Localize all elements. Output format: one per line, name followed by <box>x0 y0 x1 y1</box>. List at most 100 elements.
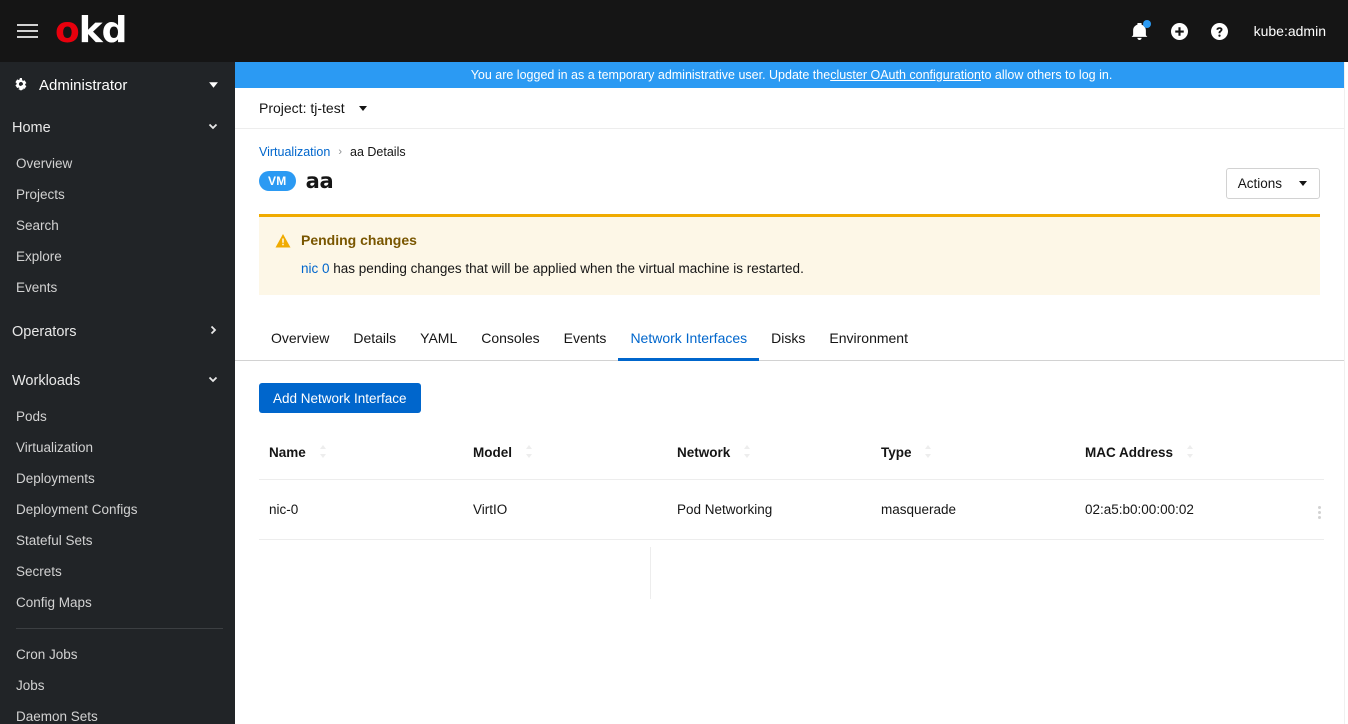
sidebar-item-label: Overview <box>16 156 73 171</box>
column-header-model[interactable]: Model <box>463 445 667 481</box>
sidebar-item-label: Explore <box>16 249 62 264</box>
tab-disks[interactable]: Disks <box>759 317 817 361</box>
project-selector-label: Project: tj-test <box>259 100 345 116</box>
cogs-icon <box>14 77 29 93</box>
cluster-oauth-configuration-link[interactable]: cluster OAuth configuration <box>830 68 981 82</box>
sort-icon[interactable] <box>525 445 533 461</box>
actions-dropdown-button[interactable]: Actions <box>1225 168 1320 199</box>
okd-logo[interactable]: o kd <box>55 0 128 62</box>
perspective-label: Administrator <box>39 76 128 94</box>
tab-events[interactable]: Events <box>552 317 619 361</box>
tab-details[interactable]: Details <box>341 317 408 361</box>
sort-icon[interactable] <box>319 445 327 461</box>
tab-network-interfaces[interactable]: Network Interfaces <box>618 317 760 361</box>
tab-list: Overview Details YAML Consoles Events Ne… <box>235 317 1348 361</box>
sidebar-item-label: Deployments <box>16 471 95 486</box>
sidebar-item-overview[interactable]: Overview <box>0 148 235 179</box>
tab-label: Details <box>353 330 397 346</box>
cell-type: masquerade <box>871 479 1075 541</box>
tab-yaml[interactable]: YAML <box>408 317 469 361</box>
hamburger-icon[interactable] <box>4 0 50 62</box>
kebab-menu-icon[interactable] <box>1315 503 1324 522</box>
username-menu[interactable]: kube:admin <box>1254 23 1326 39</box>
breadcrumb-current: aa Details <box>350 145 406 159</box>
sidebar-item-config-maps[interactable]: Config Maps <box>0 587 235 618</box>
sidebar-item-explore[interactable]: Explore <box>0 241 235 272</box>
sidebar-item-deployment-configs[interactable]: Deployment Configs <box>0 494 235 525</box>
breadcrumb: Virtualization › aa Details <box>259 145 1320 159</box>
warning-triangle-icon <box>275 233 291 252</box>
sidebar-group-home[interactable]: Home <box>0 108 235 148</box>
sidebar-group-operators[interactable]: Operators <box>0 312 235 352</box>
table-header-row: Name Model Network Type MAC Address <box>259 445 1324 481</box>
table-column-divider <box>650 547 651 599</box>
sidebar-item-label: Deployment Configs <box>16 502 138 517</box>
sort-icon[interactable] <box>743 445 751 461</box>
tab-content-network-interfaces: Add Network Interface Name Model Network… <box>235 361 1348 541</box>
plus-circle-icon[interactable] <box>1160 0 1200 62</box>
main-content: You are logged in as a temporary adminis… <box>235 62 1348 724</box>
sidebar-item-label: Stateful Sets <box>16 533 93 548</box>
add-network-interface-button[interactable]: Add Network Interface <box>259 383 421 413</box>
banner-text-before: You are logged in as a temporary adminis… <box>470 68 831 82</box>
cell-model: VirtIO <box>463 479 667 541</box>
cell-row-actions <box>1285 479 1324 541</box>
tab-consoles[interactable]: Consoles <box>469 317 551 361</box>
sidebar-item-label: Pods <box>16 409 47 424</box>
column-header-mac-address[interactable]: MAC Address <box>1075 445 1285 481</box>
sidebar-item-jobs[interactable]: Jobs <box>0 670 235 701</box>
sidebar-item-label: Events <box>16 280 58 295</box>
page-right-edge <box>1344 62 1348 724</box>
column-header-type[interactable]: Type <box>871 445 1075 481</box>
table-row: nic-0 VirtIO Pod Networking masquerade 0… <box>259 479 1324 541</box>
question-circle-icon[interactable] <box>1200 0 1240 62</box>
tab-label: Events <box>563 330 607 346</box>
sidebar-item-deployments[interactable]: Deployments <box>0 463 235 494</box>
tab-environment[interactable]: Environment <box>817 317 920 361</box>
logo-letters-kd: kd <box>78 10 128 51</box>
cell-mac-address: 02:a5:b0:00:00:02 <box>1075 479 1285 541</box>
pending-alert-body: nic 0 has pending changes that will be a… <box>275 261 1304 276</box>
sort-icon[interactable] <box>1186 445 1194 461</box>
sidebar-item-projects[interactable]: Projects <box>0 179 235 210</box>
masthead-actions: kube:admin <box>1120 0 1348 62</box>
sidebar-group-workloads[interactable]: Workloads <box>0 361 235 401</box>
page-title: aa <box>305 169 334 193</box>
nic-0-link[interactable]: nic 0 <box>301 261 330 276</box>
actions-label: Actions <box>1237 176 1282 191</box>
column-label: Name <box>269 445 306 460</box>
sidebar-item-pods[interactable]: Pods <box>0 401 235 432</box>
pending-alert-title: Pending changes <box>301 232 417 248</box>
sort-icon[interactable] <box>924 445 932 461</box>
perspective-switcher[interactable]: Administrator <box>0 62 235 108</box>
pending-alert-body-text: has pending changes that will be applied… <box>329 261 804 276</box>
chevron-down-icon <box>208 77 219 94</box>
chevron-down-icon <box>207 120 219 136</box>
column-header-name[interactable]: Name <box>259 445 463 481</box>
sidebar-item-events[interactable]: Events <box>0 272 235 303</box>
tab-label: Overview <box>271 330 330 346</box>
caret-down-icon <box>1298 176 1308 191</box>
sidebar-item-secrets[interactable]: Secrets <box>0 556 235 587</box>
notification-badge <box>1142 20 1151 28</box>
tab-label: Disks <box>771 330 806 346</box>
sidebar-item-stateful-sets[interactable]: Stateful Sets <box>0 525 235 556</box>
project-selector[interactable]: Project: tj-test <box>259 100 368 116</box>
sidebar-item-daemon-sets[interactable]: Daemon Sets <box>0 701 235 724</box>
column-label: Model <box>473 445 512 460</box>
sidebar-item-virtualization[interactable]: Virtualization <box>0 432 235 463</box>
tab-label: Consoles <box>481 330 540 346</box>
column-header-network[interactable]: Network <box>667 445 871 481</box>
masthead: o kd kube:admin <box>0 0 1348 62</box>
pending-changes-alert: Pending changes nic 0 has pending change… <box>259 214 1320 295</box>
title-row: VM aa <box>259 169 1320 193</box>
project-bar: Project: tj-test <box>235 88 1344 129</box>
sidebar-item-label: Daemon Sets <box>16 709 98 724</box>
tab-label: YAML <box>420 330 458 346</box>
caret-down-icon <box>358 100 368 116</box>
bell-icon[interactable] <box>1120 0 1160 62</box>
breadcrumb-link-virtualization[interactable]: Virtualization <box>259 145 330 159</box>
sidebar-item-search[interactable]: Search <box>0 210 235 241</box>
sidebar-item-cron-jobs[interactable]: Cron Jobs <box>0 639 235 670</box>
tab-overview[interactable]: Overview <box>259 317 341 361</box>
